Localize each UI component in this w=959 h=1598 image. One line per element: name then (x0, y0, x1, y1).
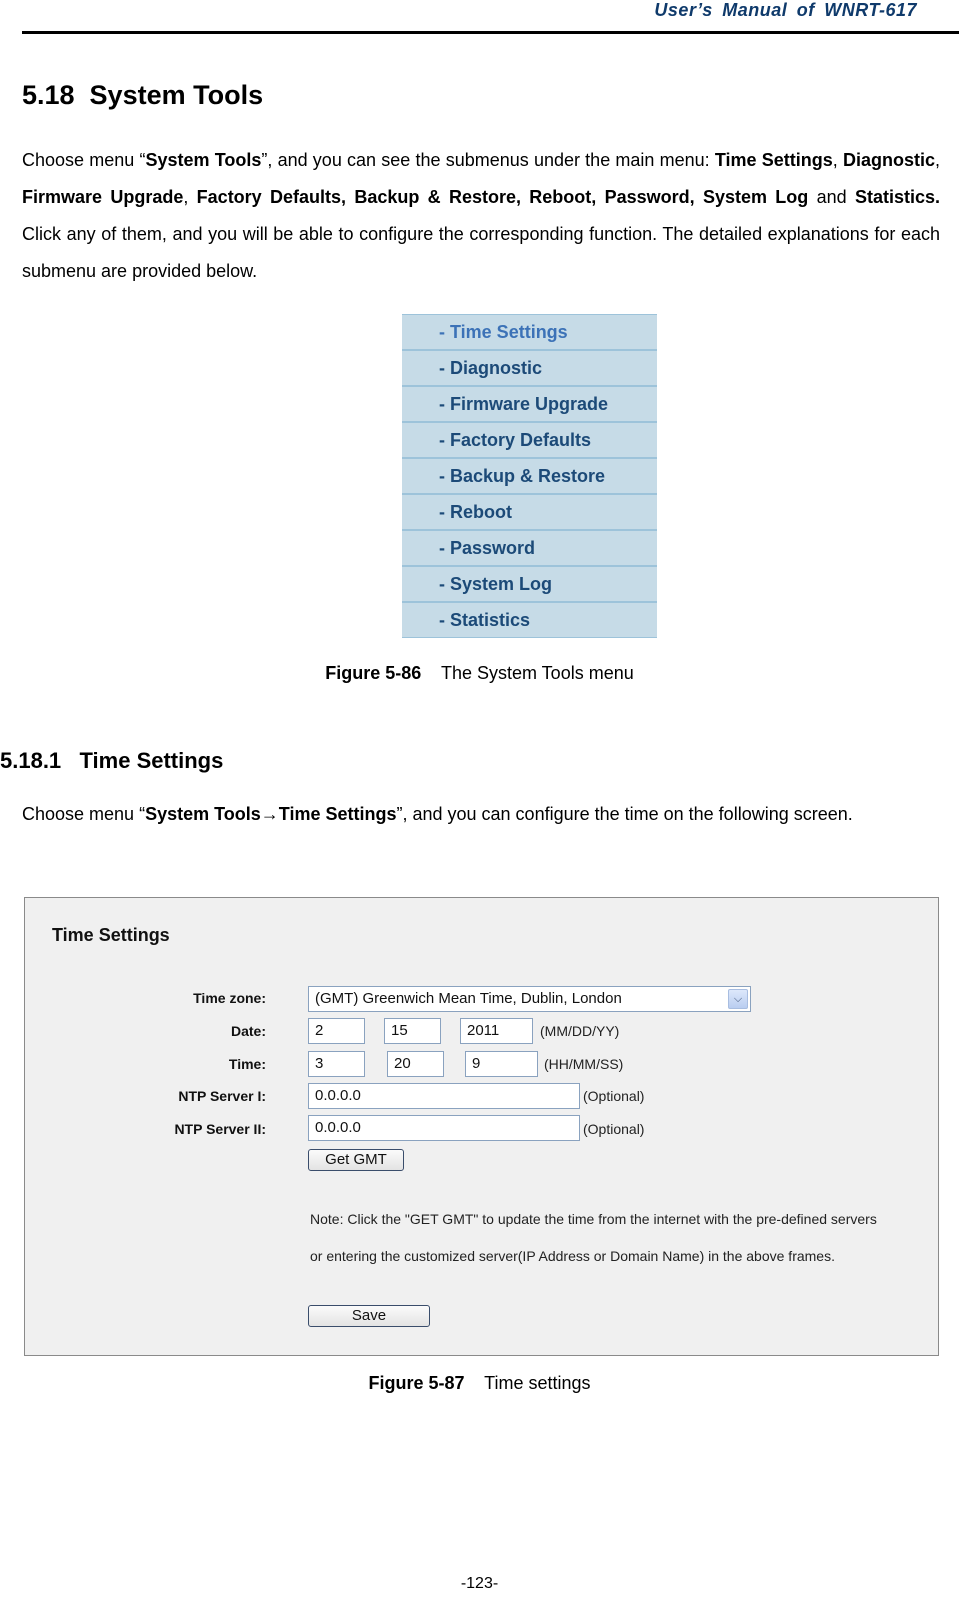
menu-item-time-settings[interactable]: - Time Settings (402, 314, 657, 350)
time-hour-input[interactable]: 3 (308, 1051, 365, 1077)
text: ”, and you can see the submenus under th… (261, 150, 715, 170)
date-year-input[interactable]: 2011 (460, 1018, 533, 1044)
time-zone-value: (GMT) Greenwich Mean Time, Dublin, Londo… (315, 990, 622, 1007)
bold-term: System Tools (145, 150, 262, 170)
figure-label: Figure 5-87 (368, 1373, 465, 1393)
section-heading: 5.18 System Tools (22, 80, 264, 110)
date-label: Date: (230, 1023, 266, 1039)
text: Choose menu “ (22, 150, 146, 170)
manual-header-title: User’s Manual of WNRT-617 (654, 0, 917, 20)
figure-text: The System Tools menu (421, 663, 634, 683)
subsection-paragraph: Choose menu “System Tools→Time Settings”… (22, 796, 940, 833)
text: Click any of them, and you will be able … (22, 224, 940, 281)
note-line-2: or entering the customized server(IP Add… (310, 1248, 835, 1264)
time-settings-panel: Time Settings Time zone: (GMT) Greenwich… (24, 897, 939, 1356)
bold-term: Firmware Upgrade (22, 187, 184, 207)
text: ”, and you can configure the time on the… (396, 804, 853, 824)
bold-term: Diagnostic (842, 150, 935, 170)
intro-paragraph: Choose menu “System Tools”, and you can … (22, 142, 940, 290)
page-number: -123- (460, 1575, 499, 1592)
time-minute-input[interactable]: 20 (387, 1051, 444, 1077)
menu-item-system-log[interactable]: - System Log (402, 566, 657, 602)
figure-caption-87: Figure 5-87 Time settings (0, 1373, 959, 1394)
ntp2-input[interactable]: 0.0.0.0 (308, 1115, 580, 1141)
bold-term: System Log (702, 187, 809, 207)
time-second-input[interactable]: 9 (465, 1051, 538, 1077)
menu-item-firmware-upgrade[interactable]: - Firmware Upgrade (402, 386, 657, 422)
text: , (183, 187, 197, 207)
menu-item-backup-restore[interactable]: - Backup & Restore (402, 458, 657, 494)
menu-item-password[interactable]: - Password (402, 530, 657, 566)
get-gmt-button[interactable]: Get GMT (308, 1149, 404, 1171)
ntp1-hint: (Optional) (583, 1088, 645, 1104)
chevron-down-icon[interactable]: ⌵ (728, 989, 748, 1009)
time-format-hint: (HH/MM/SS) (544, 1056, 624, 1072)
save-button[interactable]: Save (308, 1305, 430, 1327)
time-zone-label: Time zone: (193, 990, 266, 1006)
subsection-heading: 5.18.1 Time Settings (0, 748, 224, 773)
note-line-1: Note: Click the "GET GMT" to update the … (310, 1211, 877, 1227)
header-rule (22, 31, 959, 34)
figure-label: Figure 5-86 (325, 663, 422, 683)
date-format-hint: (MM/DD/YY) (540, 1023, 620, 1039)
ntp2-label: NTP Server II: (174, 1121, 266, 1137)
ntp2-hint: (Optional) (583, 1121, 645, 1137)
text: Choose menu “ (22, 804, 146, 824)
text: and (808, 187, 855, 207)
figure-text: Time settings (464, 1373, 591, 1393)
bold-term: Time Settings (714, 150, 833, 170)
ntp1-input[interactable]: 0.0.0.0 (308, 1083, 580, 1109)
menu-item-diagnostic[interactable]: - Diagnostic (402, 350, 657, 386)
text: , (832, 150, 843, 170)
panel-title: Time Settings (52, 925, 170, 945)
bold-term: System Tools→Time Settings (145, 804, 397, 824)
time-zone-select[interactable]: (GMT) Greenwich Mean Time, Dublin, Londo… (308, 986, 751, 1012)
ntp1-label: NTP Server I: (178, 1088, 266, 1104)
date-day-input[interactable]: 15 (384, 1018, 441, 1044)
figure-caption-86: Figure 5-86 The System Tools menu (0, 663, 959, 684)
text: , (934, 150, 940, 170)
bold-term: Factory Defaults, Backup & Restore, Rebo… (196, 187, 695, 207)
date-month-input[interactable]: 2 (308, 1018, 365, 1044)
time-label: Time: (228, 1056, 266, 1072)
menu-item-statistics[interactable]: - Statistics (402, 602, 657, 638)
menu-item-factory-defaults[interactable]: - Factory Defaults (402, 422, 657, 458)
system-tools-menu: - Time Settings - Diagnostic - Firmware … (402, 314, 657, 638)
bold-term: Statistics. (854, 187, 940, 207)
menu-item-reboot[interactable]: - Reboot (402, 494, 657, 530)
